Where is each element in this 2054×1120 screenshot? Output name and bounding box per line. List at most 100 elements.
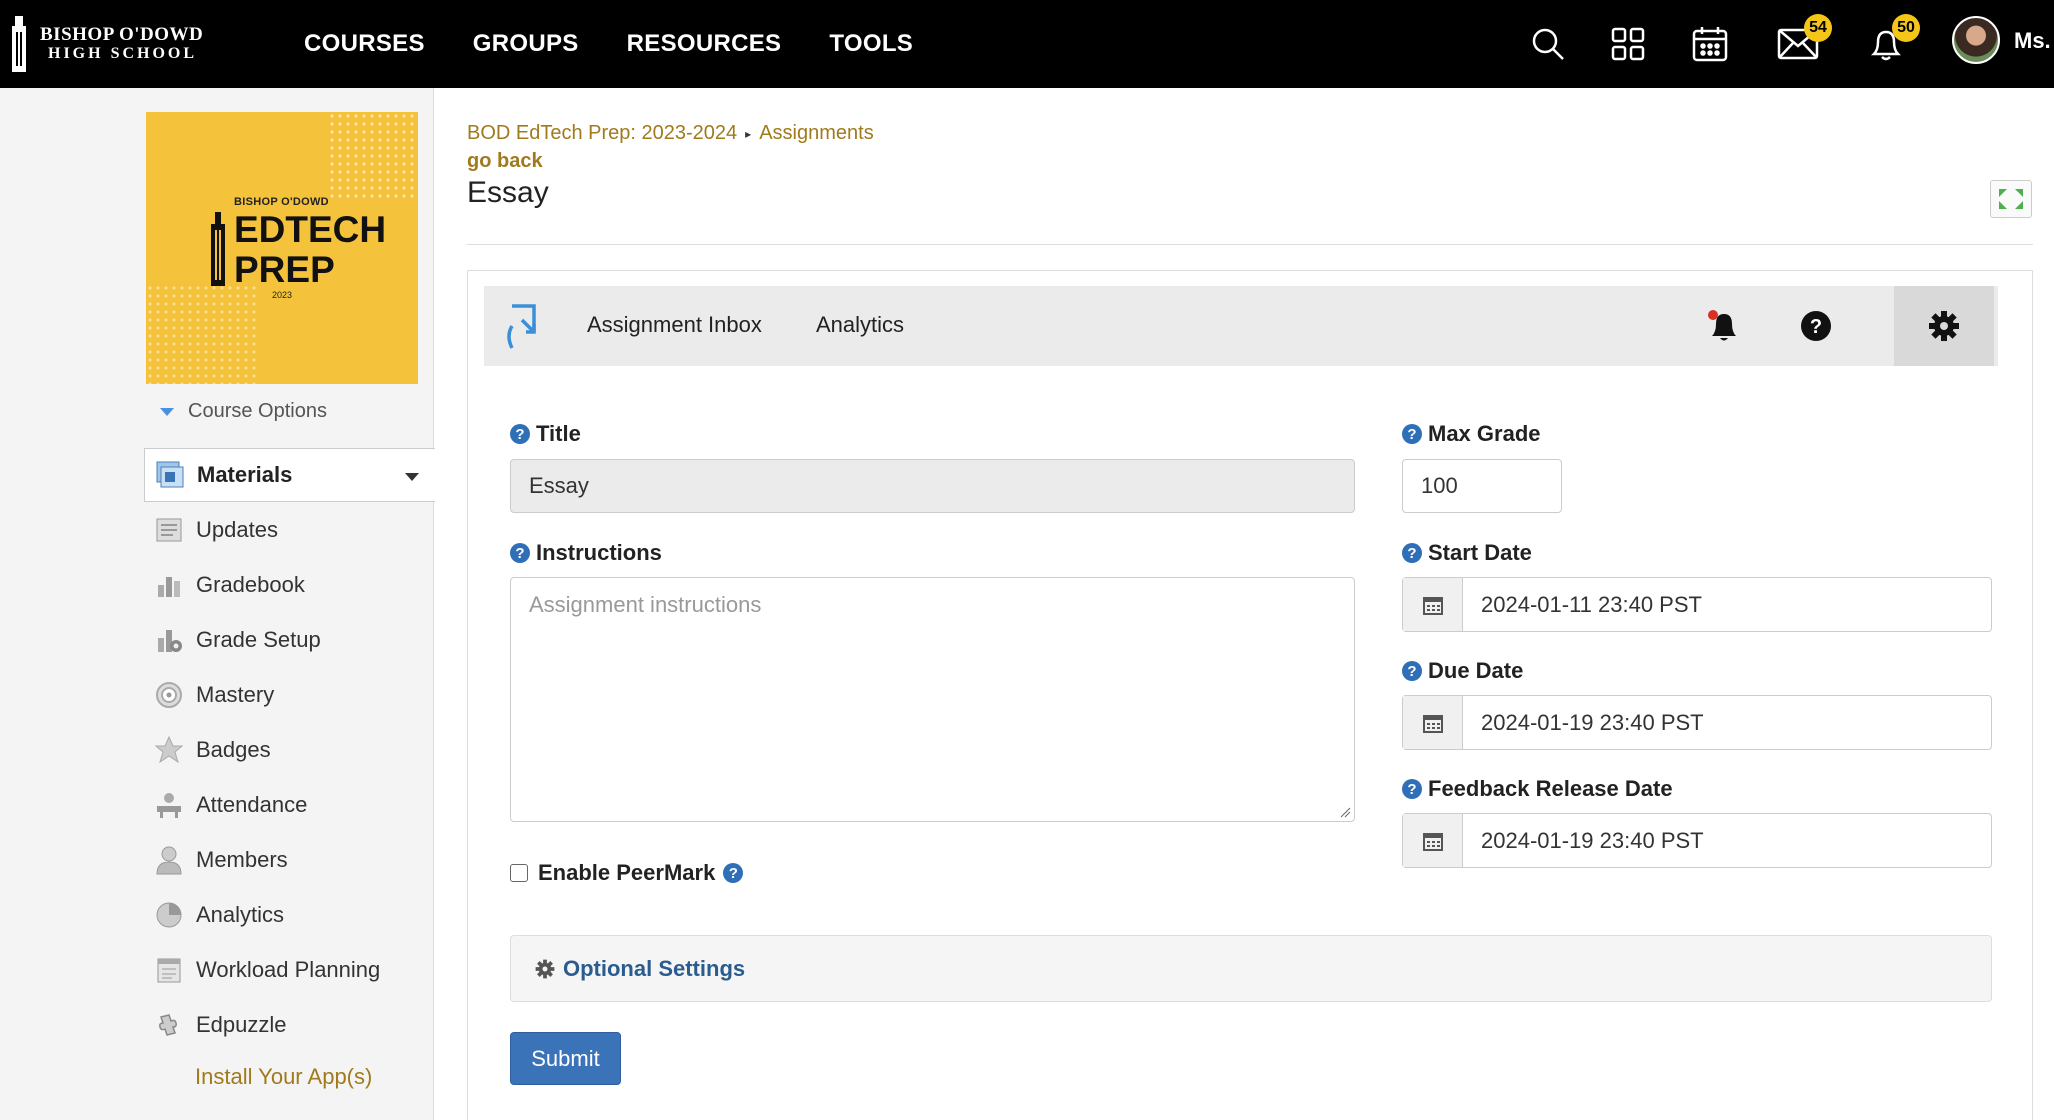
help-icon[interactable]: ? — [1402, 779, 1422, 799]
tab-assignment-inbox[interactable]: Assignment Inbox — [587, 312, 762, 338]
help-icon[interactable]: ? — [510, 424, 530, 444]
sidebar-item-analytics[interactable]: Analytics — [154, 895, 284, 935]
sidebar-item-badges[interactable]: Badges — [154, 730, 271, 770]
title-input[interactable]: Essay — [510, 459, 1355, 513]
install-apps-link[interactable]: Install Your App(s) — [195, 1064, 372, 1090]
puzzle-icon — [154, 1010, 184, 1040]
search-icon[interactable] — [1524, 20, 1572, 68]
start-date-field[interactable]: 2024-01-11 23:40 PST — [1402, 577, 1992, 632]
sidebar-item-label: Edpuzzle — [196, 1012, 287, 1037]
sidebar-item-members[interactable]: Members — [154, 840, 288, 880]
peermark-option: Enable PeerMark ? — [510, 860, 749, 886]
calendar-icon[interactable] — [1403, 578, 1463, 631]
notifications-bell-icon[interactable]: 50 — [1862, 14, 1920, 68]
sidebar-item-label: Updates — [196, 517, 278, 542]
course-image-title: EDTECH PREP — [234, 210, 386, 290]
course-image-line-2: PREP — [234, 249, 335, 290]
sidebar-item-label: Badges — [196, 737, 271, 762]
decorative-dots — [146, 284, 256, 384]
breadcrumb-course-link[interactable]: BOD EdTech Prep: 2023-2024 — [467, 122, 737, 145]
logo-text: BISHOP O'DOWD HIGH SCHOOL — [40, 25, 203, 63]
sidebar-item-label: Attendance — [196, 792, 308, 817]
turnitin-logo-icon[interactable] — [504, 302, 540, 352]
top-navigation-bar: BISHOP O'DOWD HIGH SCHOOL COURSES GROUPS… — [0, 0, 2054, 88]
feedback-release-date-label: ? Feedback Release Date — [1402, 776, 1673, 802]
sidebar-item-workload-planning[interactable]: Workload Planning — [154, 950, 380, 990]
nav-tools[interactable]: TOOLS — [829, 30, 913, 58]
peermark-checkbox[interactable] — [510, 864, 528, 882]
dropdown-arrow-icon[interactable] — [405, 473, 419, 481]
materials-icon — [155, 460, 185, 490]
course-image-school: BISHOP O'DOWD — [234, 196, 329, 208]
due-date-label-text: Due Date — [1428, 658, 1524, 683]
sidebar-item-label: Workload Planning — [196, 957, 381, 982]
due-date-label: ? Due Date — [1402, 658, 1523, 684]
course-image[interactable]: BISHOP O'DOWD EDTECH PREP 2023 — [146, 112, 418, 384]
sidebar-item-grade-setup[interactable]: Grade Setup — [154, 620, 321, 660]
apps-grid-icon[interactable] — [1604, 20, 1652, 68]
sidebar-item-edpuzzle[interactable]: Edpuzzle — [154, 1005, 287, 1045]
breadcrumb-assignments-link[interactable]: Assignments — [759, 122, 874, 145]
optional-settings-label: Optional Settings — [563, 955, 746, 981]
tower-icon — [211, 212, 225, 286]
star-icon — [154, 735, 184, 765]
user-name[interactable]: Ms. — [2014, 28, 2051, 54]
due-date-value[interactable]: 2024-01-19 23:40 PST — [1463, 696, 1991, 749]
course-image-line-1: EDTECH — [234, 209, 387, 250]
main-nav-links: COURSES GROUPS RESOURCES TOOLS — [304, 0, 913, 88]
instructions-label: ? Instructions — [510, 540, 662, 566]
feedback-release-date-value[interactable]: 2024-01-19 23:40 PST — [1463, 814, 1991, 867]
go-back-link[interactable]: go back — [467, 150, 543, 173]
help-icon[interactable]: ? — [723, 863, 744, 883]
course-image-year: 2023 — [272, 290, 293, 300]
gear-icon — [1929, 311, 1959, 341]
help-icon[interactable]: ? — [1402, 424, 1422, 444]
course-options-toggle[interactable]: Course Options — [160, 400, 327, 423]
instructions-placeholder: Assignment instructions — [529, 592, 762, 617]
messages-count-badge: 54 — [1804, 14, 1832, 42]
calendar-icon[interactable] — [1403, 696, 1463, 749]
start-date-label: ? Start Date — [1402, 540, 1532, 566]
feedback-release-date-field[interactable]: 2024-01-19 23:40 PST — [1402, 813, 1992, 868]
help-icon[interactable]: ? — [1790, 300, 1842, 352]
nav-groups[interactable]: GROUPS — [473, 30, 579, 58]
optional-settings-toggle[interactable]: Optional Settings — [510, 935, 1992, 1002]
messages-icon[interactable]: 54 — [1774, 14, 1832, 68]
instructions-textarea[interactable]: Assignment instructions — [510, 577, 1355, 822]
nav-resources[interactable]: RESOURCES — [627, 30, 782, 58]
school-logo[interactable]: BISHOP O'DOWD HIGH SCHOOL — [10, 12, 203, 76]
sidebar-item-label: Materials — [197, 462, 293, 487]
calendar-icon[interactable] — [1686, 20, 1734, 68]
tab-analytics[interactable]: Analytics — [816, 312, 904, 338]
user-avatar[interactable] — [1952, 16, 2000, 64]
help-icon[interactable]: ? — [1402, 661, 1422, 681]
course-options-label: Course Options — [188, 400, 327, 422]
sidebar-item-gradebook[interactable]: Gradebook — [154, 565, 305, 605]
sidebar-item-mastery[interactable]: Mastery — [154, 675, 274, 715]
nav-courses[interactable]: COURSES — [304, 30, 425, 58]
submit-button[interactable]: Submit — [510, 1032, 621, 1085]
settings-button[interactable] — [1894, 286, 1994, 366]
sidebar-item-updates[interactable]: Updates — [154, 510, 278, 550]
sidebar-item-materials[interactable]: Materials — [144, 448, 435, 502]
sidebar-item-attendance[interactable]: Attendance — [154, 785, 307, 825]
title-label: ? Title — [510, 421, 581, 447]
notifications-bell-icon[interactable] — [1698, 300, 1750, 352]
attendance-icon — [154, 790, 184, 820]
help-icon[interactable]: ? — [1402, 543, 1422, 563]
mastery-icon — [154, 680, 184, 710]
max-grade-input[interactable]: 100 — [1402, 459, 1562, 513]
help-icon[interactable]: ? — [510, 543, 530, 563]
max-grade-label-text: Max Grade — [1428, 421, 1541, 446]
calendar-icon[interactable] — [1403, 814, 1463, 867]
resize-handle-icon[interactable] — [1339, 806, 1351, 818]
peermark-label[interactable]: Enable PeerMark — [538, 860, 715, 886]
fullscreen-button[interactable] — [1990, 180, 2032, 218]
notifications-count-badge: 50 — [1892, 14, 1920, 42]
due-date-field[interactable]: 2024-01-19 23:40 PST — [1402, 695, 1992, 750]
start-date-value[interactable]: 2024-01-11 23:40 PST — [1463, 578, 1991, 631]
breadcrumb: BOD EdTech Prep: 2023-2024 ▸ Assignments — [467, 122, 874, 145]
person-icon — [154, 845, 184, 875]
grade-setup-icon — [154, 625, 184, 655]
max-grade-label: ? Max Grade — [1402, 421, 1541, 447]
